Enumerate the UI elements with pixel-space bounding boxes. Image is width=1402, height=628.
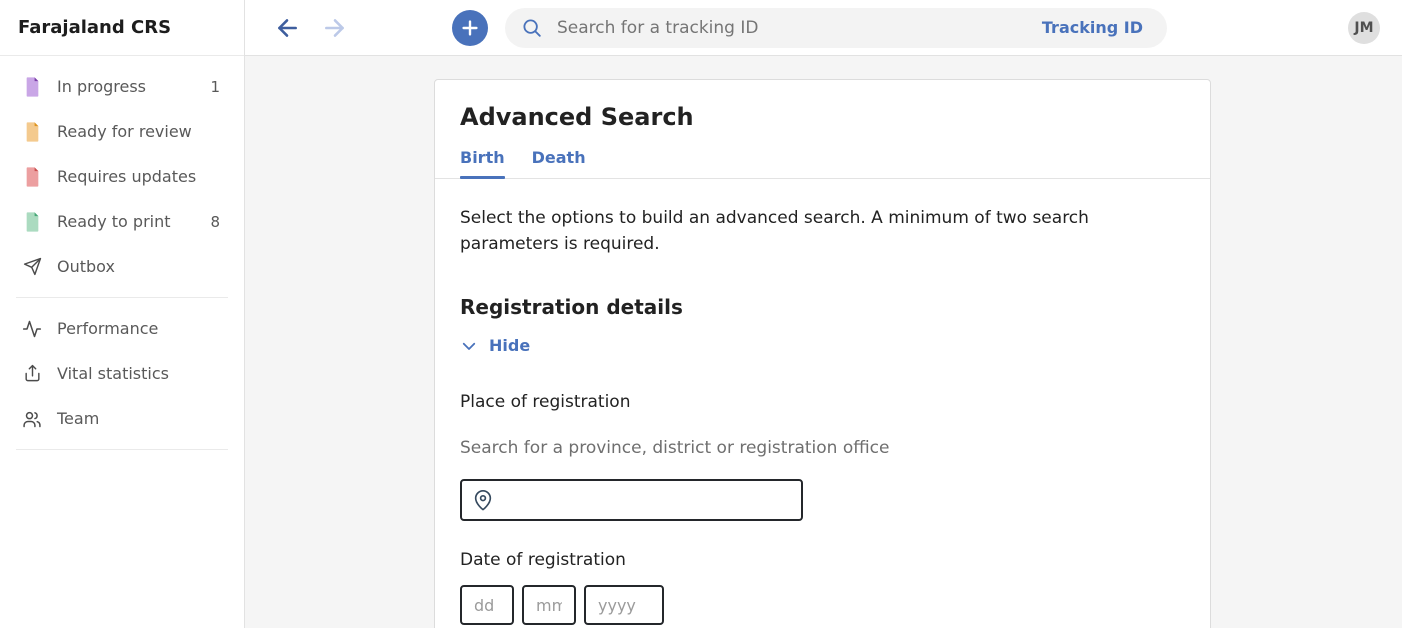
sidebar-divider (16, 449, 228, 450)
plus-icon (459, 17, 481, 39)
paper-plane-icon (22, 257, 42, 276)
main-column: Tracking ID JM Advanced Search Birth Dea… (245, 0, 1402, 628)
content-area: Advanced Search Birth Death Select the o… (245, 56, 1402, 628)
sidebar: Farajaland CRS In progress 1 (0, 0, 245, 628)
sidebar-item-label: Ready to print (57, 212, 171, 231)
date-month-input[interactable] (522, 585, 576, 625)
sidebar-item-outbox[interactable]: Outbox (0, 244, 244, 289)
search-type-dropdown[interactable]: Tracking ID (1042, 18, 1143, 37)
tab-birth[interactable]: Birth (460, 148, 505, 178)
sidebar-item-label: In progress (57, 77, 146, 96)
location-pin-icon (472, 489, 494, 511)
document-icon (22, 167, 42, 187)
back-arrow-icon[interactable] (273, 14, 301, 42)
date-year-input[interactable] (584, 585, 664, 625)
section-title-registration-details: Registration details (460, 295, 1186, 319)
document-icon (22, 212, 42, 232)
sidebar-item-label: Team (57, 409, 99, 428)
place-of-registration-helper: Search for a province, district or regis… (460, 438, 1186, 458)
sidebar-item-label: Outbox (57, 257, 115, 276)
sidebar-item-label: Ready for review (57, 122, 192, 141)
sidebar-item-label: Requires updates (57, 167, 196, 186)
sidebar-item-performance[interactable]: Performance (0, 306, 244, 351)
search-input[interactable] (555, 17, 1042, 39)
sidebar-item-vital-statistics[interactable]: Vital statistics (0, 351, 244, 396)
sidebar-item-ready-to-print[interactable]: Ready to print 8 (0, 199, 244, 244)
sidebar-admin-group: Performance Vital statistics (0, 298, 244, 449)
sidebar-workqueue-group: In progress 1 Ready for review (0, 56, 244, 297)
activity-icon (22, 319, 42, 339)
sidebar-item-count: 1 (210, 78, 220, 96)
forward-arrow-icon[interactable] (321, 14, 349, 42)
date-of-registration-label: Date of registration (460, 550, 1186, 570)
export-icon (22, 364, 42, 383)
advanced-search-card: Advanced Search Birth Death Select the o… (434, 79, 1211, 628)
place-of-registration-label: Place of registration (460, 392, 1186, 412)
place-of-registration-input-wrapper (460, 479, 803, 521)
document-icon (22, 122, 42, 142)
tab-death[interactable]: Death (532, 148, 586, 178)
place-of-registration-input[interactable] (502, 490, 791, 511)
app-root: Farajaland CRS In progress 1 (0, 0, 1402, 628)
section-toggle-hide[interactable]: Hide (460, 336, 530, 355)
advanced-search-description: Select the options to build an advanced … (460, 206, 1186, 257)
document-icon (22, 77, 42, 97)
new-declaration-button[interactable] (452, 10, 488, 46)
card-header: Advanced Search Birth Death (435, 80, 1210, 179)
date-of-registration-inputs (460, 585, 1186, 625)
team-icon (22, 409, 42, 429)
topbar: Tracking ID JM (245, 0, 1402, 56)
sidebar-item-label: Performance (57, 319, 158, 338)
sidebar-item-count: 8 (210, 213, 220, 231)
card-body: Select the options to build an advanced … (435, 179, 1210, 628)
app-title: Farajaland CRS (0, 0, 244, 56)
sidebar-item-requires-updates[interactable]: Requires updates (0, 154, 244, 199)
page-title: Advanced Search (460, 103, 1186, 131)
search-bar[interactable]: Tracking ID (505, 8, 1167, 48)
chevron-down-icon (460, 337, 478, 355)
sidebar-item-in-progress[interactable]: In progress 1 (0, 64, 244, 109)
search-icon (521, 17, 543, 39)
avatar[interactable]: JM (1348, 12, 1380, 44)
event-tabs: Birth Death (460, 148, 1186, 178)
sidebar-item-ready-for-review[interactable]: Ready for review (0, 109, 244, 154)
section-toggle-label: Hide (489, 336, 530, 355)
date-day-input[interactable] (460, 585, 514, 625)
sidebar-item-label: Vital statistics (57, 364, 169, 383)
sidebar-item-team[interactable]: Team (0, 396, 244, 441)
